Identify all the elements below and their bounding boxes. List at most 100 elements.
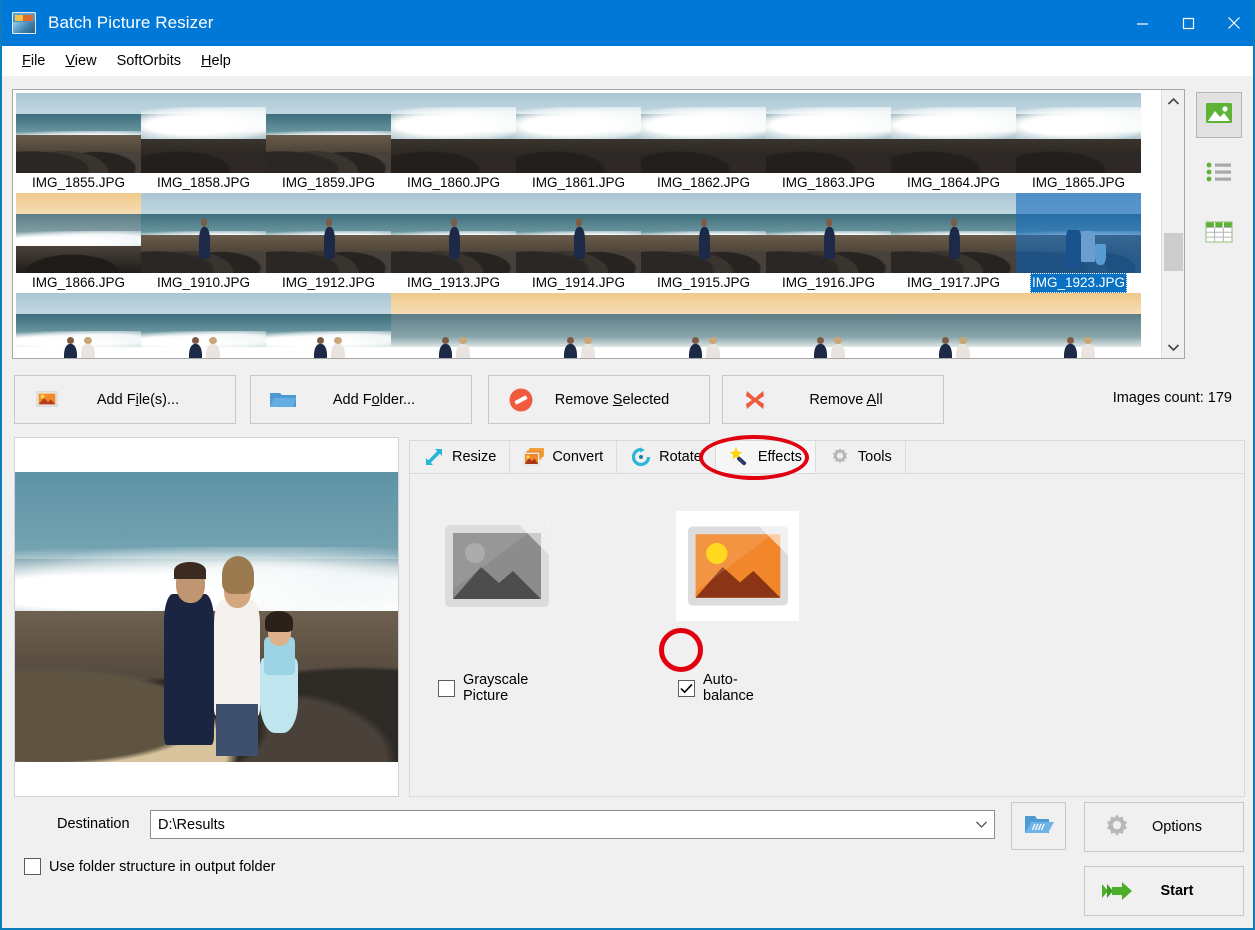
thumbnail-scroll-area[interactable]: IMG_1855.JPG IMG_1858.JPG IMG_1859.JPG IMG_… (13, 90, 1161, 358)
thumbnail-item[interactable]: IMG_1916.JPG (766, 193, 891, 293)
thumbnail-item[interactable]: IMG_1860.JPG (391, 93, 516, 193)
destination-input[interactable]: D:\Results (151, 817, 968, 833)
minimize-icon[interactable] (1119, 0, 1165, 46)
thumbnail-image[interactable] (141, 193, 266, 273)
view-mode-details-button[interactable] (1196, 211, 1242, 257)
thumbnail-item[interactable]: IMG_1859.JPG (266, 93, 391, 193)
thumbnail-item[interactable]: IMG_1864.JPG (891, 93, 1016, 193)
thumbnail-item[interactable] (141, 293, 266, 358)
thumbnail-item[interactable]: IMG_1861.JPG (516, 93, 641, 193)
grayscale-picture-thumb[interactable] (442, 516, 552, 616)
thumbnail-list-panel[interactable]: IMG_1855.JPG IMG_1858.JPG IMG_1859.JPG IMG_… (12, 89, 1185, 359)
view-mode-thumbnails-button[interactable] (1196, 92, 1242, 138)
preview-photo (15, 472, 398, 762)
thumbnail-label: IMG_1859.JPG (281, 175, 376, 190)
thumbnail-image[interactable] (516, 193, 641, 273)
destination-combobox[interactable]: D:\Results (150, 810, 995, 839)
chevron-down-icon[interactable] (968, 820, 994, 829)
thumbnail-item[interactable] (641, 293, 766, 358)
thumbnail-item[interactable] (266, 293, 391, 358)
thumbnail-image[interactable] (641, 193, 766, 273)
magic-wand-icon (729, 446, 751, 468)
tab-resize[interactable]: Resize (410, 441, 511, 473)
start-button[interactable]: Start (1084, 866, 1244, 916)
thumbnail-item[interactable] (891, 293, 1016, 358)
grayscale-checkbox-item[interactable]: Grayscale Picture (438, 672, 528, 704)
auto-balance-checkbox[interactable] (678, 679, 695, 697)
thumbnail-image[interactable] (16, 293, 141, 358)
thumbnail-image[interactable] (891, 293, 1016, 358)
thumbnail-image[interactable] (516, 293, 641, 358)
remove-selected-button[interactable]: Remove Selected (488, 375, 710, 424)
maximize-icon[interactable] (1165, 0, 1211, 46)
thumbnail-item[interactable]: IMG_1863.JPG (766, 93, 891, 193)
tab-effects[interactable]: Effects (715, 441, 816, 473)
thumbnail-item[interactable]: IMG_1917.JPG (891, 193, 1016, 293)
thumbnail-image[interactable] (641, 293, 766, 358)
use-folder-structure-item[interactable]: Use folder structure in output folder (24, 858, 275, 875)
thumbnail-item[interactable] (391, 293, 516, 358)
thumbnail-image[interactable] (141, 93, 266, 173)
thumbnail-item[interactable]: IMG_1912.JPG (266, 193, 391, 293)
thumbnail-item[interactable] (766, 293, 891, 358)
menu-item-help[interactable]: Help (191, 50, 241, 72)
thumbnail-item[interactable] (1016, 293, 1141, 358)
thumbnail-image[interactable] (391, 93, 516, 173)
thumbnail-image[interactable] (391, 293, 516, 358)
use-folder-structure-checkbox[interactable] (24, 858, 41, 875)
color-picture-thumb[interactable] (676, 511, 799, 621)
tab-rotate[interactable]: Rotate (617, 441, 716, 473)
browse-destination-button[interactable] (1011, 802, 1066, 850)
thumbnail-vertical-scrollbar[interactable] (1161, 90, 1184, 358)
thumbnail-image[interactable] (266, 193, 391, 273)
thumbnail-image[interactable] (766, 193, 891, 273)
chevron-up-icon[interactable] (1162, 90, 1185, 112)
thumbnail-image[interactable] (266, 93, 391, 173)
auto-balance-checkbox-item[interactable]: Auto-balance (678, 672, 754, 704)
thumbnail-image[interactable] (891, 93, 1016, 173)
view-mode-list-button[interactable] (1196, 151, 1242, 197)
thumbnail-item[interactable]: IMG_1910.JPG (141, 193, 266, 293)
remove-all-button[interactable]: Remove All (722, 375, 944, 424)
menu-item-file[interactable]: File (12, 50, 55, 72)
thumbnail-image[interactable] (891, 193, 1016, 273)
thumbnail-image[interactable] (16, 93, 141, 173)
tab-convert[interactable]: Convert (510, 441, 618, 473)
thumbnail-item[interactable]: IMG_1914.JPG (516, 193, 641, 293)
start-label: Start (1160, 883, 1194, 899)
menu-item-softorbits[interactable]: SoftOrbits (107, 50, 191, 72)
thumbnail-item[interactable]: IMG_1866.JPG (16, 193, 141, 293)
thumbnail-image[interactable] (141, 293, 266, 358)
thumbnail-image[interactable] (1016, 193, 1141, 273)
thumbnail-item[interactable]: IMG_1915.JPG (641, 193, 766, 293)
options-button[interactable]: Options (1084, 802, 1244, 852)
thumbnail-image[interactable] (1016, 293, 1141, 358)
thumbnail-image[interactable] (16, 193, 141, 273)
thumbnail-image[interactable] (391, 193, 516, 273)
thumbnail-grid[interactable]: IMG_1855.JPG IMG_1858.JPG IMG_1859.JPG IMG_… (16, 93, 1156, 358)
thumbnail-item[interactable]: IMG_1862.JPG (641, 93, 766, 193)
chevron-down-icon[interactable] (1162, 336, 1185, 358)
thumbnail-image[interactable] (516, 93, 641, 173)
add-folder-button[interactable]: Add Folder... (250, 375, 472, 424)
window-title: Batch Picture Resizer (48, 13, 214, 32)
thumbnail-image[interactable] (641, 93, 766, 173)
scrollbar-thumb[interactable] (1164, 233, 1183, 271)
thumbnail-item[interactable] (16, 293, 141, 358)
thumbnail-image[interactable] (1016, 93, 1141, 173)
close-icon[interactable] (1211, 0, 1253, 46)
thumbnail-item[interactable]: IMG_1855.JPG (16, 93, 141, 193)
tab-tools[interactable]: Tools (816, 441, 906, 473)
grayscale-checkbox[interactable] (438, 679, 455, 697)
thumbnail-label: IMG_1861.JPG (531, 175, 626, 190)
thumbnail-image[interactable] (266, 293, 391, 358)
thumbnail-item[interactable]: IMG_1858.JPG (141, 93, 266, 193)
thumbnail-item[interactable]: IMG_1923.JPG (1016, 193, 1141, 293)
thumbnail-item[interactable] (516, 293, 641, 358)
thumbnail-image[interactable] (766, 93, 891, 173)
menu-item-view[interactable]: View (55, 50, 106, 72)
thumbnail-image[interactable] (766, 293, 891, 358)
thumbnail-item[interactable]: IMG_1865.JPG (1016, 93, 1141, 193)
thumbnail-item[interactable]: IMG_1913.JPG (391, 193, 516, 293)
add-files-button[interactable]: Add File(s)... (14, 375, 236, 424)
